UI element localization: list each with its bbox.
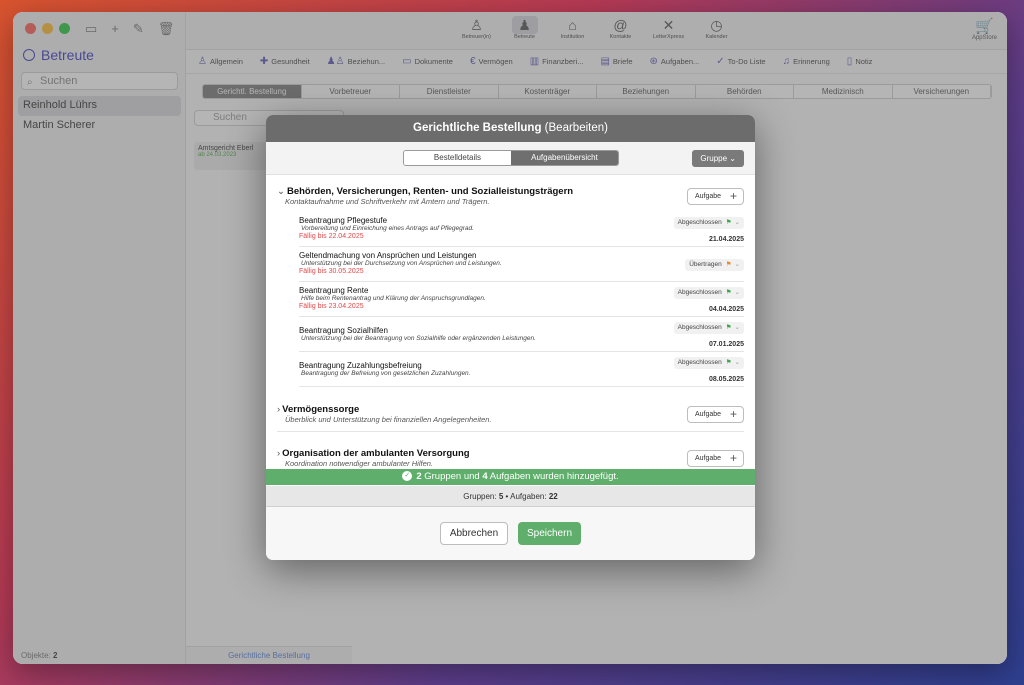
cancel-button[interactable]: Abbrechen (440, 522, 508, 545)
task-description: Unterstützung bei der Durchsetzung von A… (301, 260, 502, 267)
dialog-footer: Abbrechen Speichern (266, 507, 755, 560)
tasks-label: Aufgaben: (510, 492, 547, 501)
task-row[interactable]: Geltendmachung von Ansprüchen und Leistu… (299, 247, 744, 282)
flag-icon: ⚑ (725, 359, 732, 366)
group-title[interactable]: › Organisation der ambulanten Versorgung (277, 448, 744, 459)
groups-count: 5 (498, 492, 504, 501)
segment-bestelldetails[interactable]: Bestelldetails (404, 151, 511, 165)
chevron-right-icon[interactable]: › (277, 448, 280, 459)
task-group: › Organisation der ambulanten Versorgung … (266, 432, 755, 468)
task-status: Abgeschlossen (677, 324, 722, 331)
task-title: Geltendmachung von Ansprüchen und Leistu… (299, 251, 477, 260)
task-status: Abgeschlossen (677, 289, 722, 296)
chevron-down-icon: ⌄ (729, 154, 736, 163)
flag-icon: ⚑ (725, 324, 732, 331)
task-groups-list: ⌄ Behörden, Versicherungen, Renten- und S… (266, 175, 755, 471)
save-button[interactable]: Speichern (518, 522, 581, 545)
task-description: Unterstützung bei der Beantragung von So… (301, 335, 536, 342)
segment-aufgabenuebersicht[interactable]: Aufgabenübersicht (511, 151, 618, 165)
chevron-down-icon: ⌄ (734, 359, 740, 366)
flag-icon: ⚑ (725, 219, 732, 226)
add-task-button[interactable]: Aufgabe + (687, 406, 744, 423)
plus-icon: + (729, 451, 737, 465)
chevron-down-icon: ⌄ (734, 324, 740, 331)
group-title-text: Vermögenssorge (282, 404, 360, 415)
add-task-label: Aufgabe (695, 193, 722, 200)
task-date: 07.01.2025 (708, 341, 744, 348)
task-description: Beantragung der Befreiung von gesetzlich… (301, 370, 471, 377)
task-row[interactable]: Beantragung Rente Hilfe beim Rentenantra… (299, 282, 744, 317)
task-group: ⌄ Behörden, Versicherungen, Renten- und S… (266, 175, 755, 387)
group-subtitle: Kontaktaufnahme und Schriftverkehr mit Ä… (285, 197, 490, 206)
add-task-label: Aufgabe (695, 411, 722, 418)
banner-groups-count: 2 (416, 471, 422, 482)
banner-text-rest: Aufgaben wurden hinzugefügt. (489, 471, 619, 482)
task-date: 21.04.2025 (708, 236, 744, 243)
view-segmented-control: Bestelldetails Aufgabenübersicht (403, 150, 619, 166)
task-status: Übertragen (689, 261, 722, 268)
banner-tasks-count: 4 (482, 471, 488, 482)
group-subtitle: Koordination notwendiger ambulanter Hilf… (285, 459, 434, 468)
task-due: Fällig bis 23.04.2025 (299, 303, 364, 310)
task-list: Beantragung Pflegestufe Vorbereitung und… (299, 212, 744, 387)
add-task-button[interactable]: Aufgabe + (687, 188, 744, 205)
task-row[interactable]: Beantragung Zuzahlungsbefreiung Beantrag… (299, 352, 744, 387)
task-status-dropdown[interactable]: Abgeschlossen ⚑ ⌄ (673, 322, 744, 334)
task-row[interactable]: Beantragung Sozialhilfen Unterstützung b… (299, 317, 744, 352)
task-status-dropdown[interactable]: Abgeschlossen ⚑ ⌄ (673, 287, 744, 299)
add-task-button[interactable]: Aufgabe + (687, 450, 744, 467)
group-button-label: Gruppe (700, 154, 728, 163)
chevron-down-icon: ⌄ (734, 219, 740, 226)
dialog-title-mode: (Bearbeiten) (544, 122, 608, 134)
group-title-text: Behörden, Versicherungen, Renten- und So… (286, 186, 574, 197)
groups-label: Gruppen: (463, 492, 497, 501)
chevron-down-icon[interactable]: ⌄ (277, 186, 285, 197)
flag-icon: ⚑ (725, 289, 732, 296)
task-due: Fällig bis 30.05.2025 (299, 268, 364, 275)
flag-transfer-icon: ⚑ (725, 261, 732, 268)
checkmark-icon: ✓ (402, 471, 413, 482)
task-status-dropdown[interactable]: Abgeschlossen ⚑ ⌄ (673, 357, 744, 369)
banner-text-mid: Gruppen und (424, 471, 480, 482)
group-dropdown-button[interactable]: Gruppe ⌄ (692, 150, 744, 167)
edit-dialog: Gerichtliche Bestellung (Bearbeiten) Bes… (266, 115, 755, 560)
task-group: › Vermögenssorge Überblick und Unterstütz… (266, 387, 755, 424)
add-task-label: Aufgabe (695, 455, 722, 462)
plus-icon: + (729, 407, 737, 421)
task-status-dropdown[interactable]: Übertragen ⚑ ⌄ (685, 259, 744, 271)
plus-icon: + (729, 189, 737, 203)
dialog-title: Gerichtliche Bestellung (Bearbeiten) (266, 115, 755, 142)
group-title[interactable]: ⌄ Behörden, Versicherungen, Renten- und S… (277, 186, 744, 197)
task-status: Abgeschlossen (677, 219, 722, 226)
summary-bar: Gruppen: 5 • Aufgaben: 22 (266, 486, 755, 507)
task-date: 04.04.2025 (708, 306, 744, 313)
group-title-text: Organisation der ambulanten Versorgung (282, 448, 470, 459)
dialog-title-main: Gerichtliche Bestellung (413, 122, 542, 134)
success-banner: ✓ 2 Gruppen und 4 Aufgaben wurden hinzuge… (266, 469, 755, 485)
chevron-down-icon: ⌄ (734, 261, 740, 268)
task-row[interactable]: Beantragung Pflegestufe Vorbereitung und… (299, 212, 744, 247)
task-date: 08.05.2025 (708, 376, 744, 383)
dialog-controls: Bestelldetails Aufgabenübersicht Gruppe … (266, 142, 755, 175)
tasks-count: 22 (548, 492, 558, 501)
group-title[interactable]: › Vermögenssorge (277, 404, 744, 415)
group-subtitle: Überblick und Unterstützung bei finanzie… (285, 415, 492, 424)
task-due: Fällig bis 22.04.2025 (299, 233, 364, 240)
task-status-dropdown[interactable]: Abgeschlossen ⚑ ⌄ (673, 217, 744, 229)
chevron-right-icon[interactable]: › (277, 404, 280, 415)
chevron-down-icon: ⌄ (734, 289, 740, 296)
task-status: Abgeschlossen (677, 359, 722, 366)
